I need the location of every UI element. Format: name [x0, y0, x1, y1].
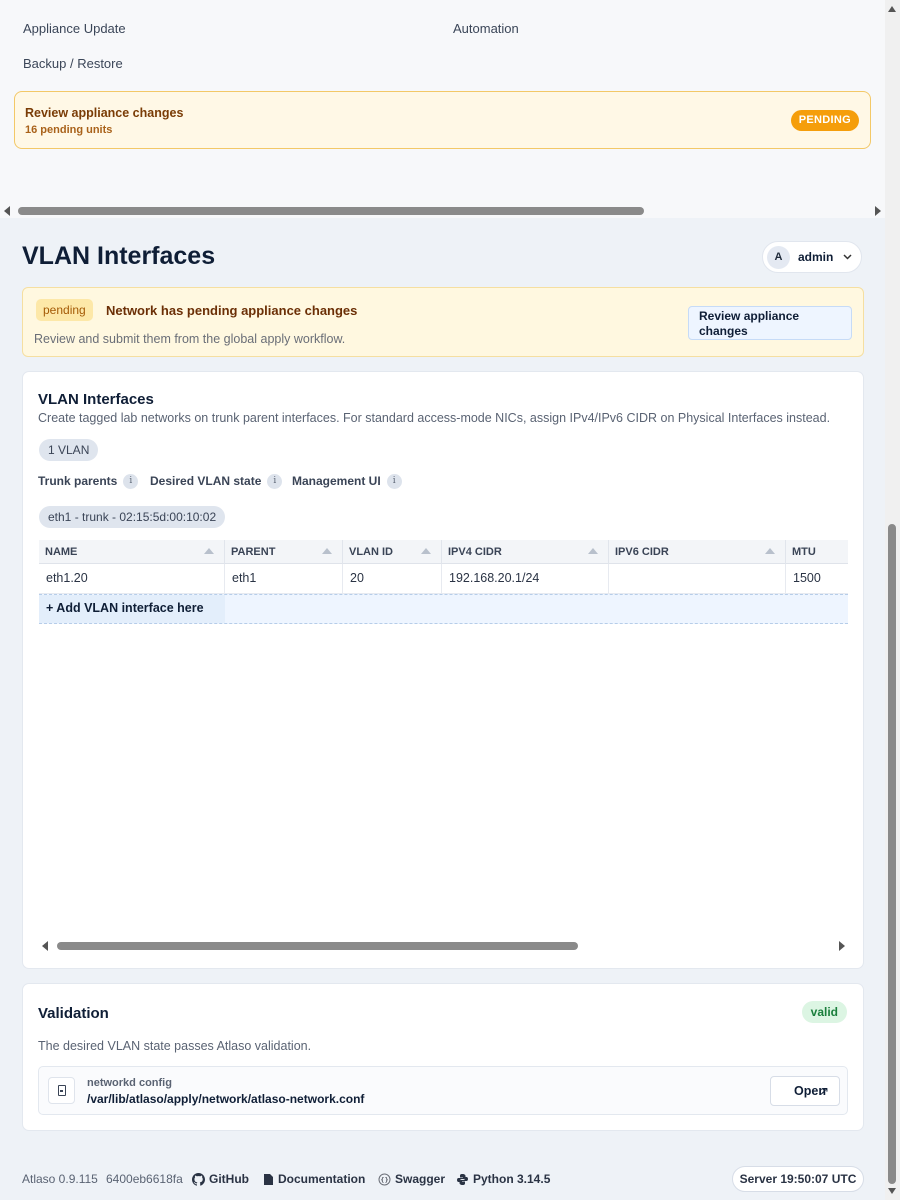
avatar: A: [767, 246, 790, 269]
table-header: NAME PARENT VLAN ID IPV4 CIDR IPV6 CIDR …: [39, 540, 848, 564]
table-row[interactable]: eth1.20 eth1 20 192.168.20.1/24 1500: [39, 564, 848, 594]
sort-icon[interactable]: [588, 548, 598, 554]
column-label: MTU: [792, 546, 816, 558]
server-time-badge: Server 19:50:07 UTC: [732, 1166, 864, 1192]
column-label: VLAN ID: [349, 546, 393, 558]
github-icon: [192, 1173, 205, 1187]
swagger-link[interactable]: {} Swagger: [378, 1172, 445, 1186]
info-desired-vlan-state: Desired VLAN state i: [150, 474, 283, 490]
column-label: IPV4 CIDR: [448, 546, 502, 558]
scrollbar-thumb[interactable]: [57, 942, 578, 950]
nav-backup-restore[interactable]: Backup / Restore: [23, 56, 123, 71]
document-icon: [264, 1174, 273, 1186]
nav-automation[interactable]: Automation: [453, 21, 519, 36]
svg-text:{}: {}: [380, 1177, 389, 1184]
info-label: Desired VLAN state: [150, 474, 262, 488]
info-icon[interactable]: i: [123, 474, 139, 490]
card-title: VLAN Interfaces: [38, 391, 154, 408]
scroll-left-icon[interactable]: [42, 941, 48, 951]
sort-icon[interactable]: [204, 548, 214, 554]
page-vertical-scrollbar[interactable]: [885, 0, 900, 1200]
column-label: IPV6 CIDR: [615, 546, 669, 558]
info-label: Management UI: [292, 474, 381, 488]
column-header-parent[interactable]: PARENT: [225, 540, 343, 564]
app-version: Atlaso 0.9.115: [22, 1172, 98, 1186]
page-title: VLAN Interfaces: [22, 242, 216, 270]
external-link-icon: ↗: [818, 1084, 829, 1098]
scroll-left-icon[interactable]: [4, 206, 10, 216]
column-label: PARENT: [231, 546, 276, 558]
nav-horizontal-scrollbar[interactable]: [4, 205, 881, 217]
column-header-vlan-id[interactable]: VLAN ID: [343, 540, 442, 564]
vlan-count-badge: 1 VLAN: [39, 439, 99, 461]
cell-name[interactable]: eth1.20: [39, 564, 225, 594]
file-icon: [48, 1077, 75, 1104]
card-description: Create tagged lab networks on trunk pare…: [38, 411, 831, 425]
validation-title: Validation: [38, 1005, 109, 1022]
cell-parent[interactable]: eth1: [225, 564, 343, 594]
commit-hash: 6400eb6618fa: [106, 1172, 183, 1186]
chevron-down-icon: [843, 254, 852, 260]
file-label: networkd config: [87, 1077, 172, 1089]
info-icon[interactable]: i: [386, 474, 402, 490]
add-vlan-interface-button[interactable]: + Add VLAN interface here: [39, 595, 225, 623]
cell-ipv6-cidr[interactable]: [609, 564, 786, 594]
network-pending-headline: Network has pending appliance changes: [106, 303, 358, 318]
scroll-down-icon[interactable]: [888, 1188, 896, 1194]
github-link[interactable]: GitHub: [192, 1172, 249, 1187]
network-pending-banner: pending Network has pending appliance ch…: [22, 287, 864, 357]
vlan-table: NAME PARENT VLAN ID IPV4 CIDR IPV6 CIDR …: [39, 540, 848, 624]
sort-icon[interactable]: [322, 548, 332, 554]
review-changes-title: Review appliance changes: [25, 106, 184, 120]
documentation-link[interactable]: Documentation: [263, 1172, 365, 1186]
info-management-ui: Management UI i: [292, 474, 402, 490]
table-horizontal-scrollbar[interactable]: [42, 940, 845, 952]
column-label: NAME: [45, 546, 78, 558]
top-nav-panel: Appliance Update Automation Backup / Res…: [0, 0, 885, 218]
python-label: Python 3.14.5: [473, 1172, 551, 1186]
validation-description: The desired VLAN state passes Atlaso val…: [38, 1039, 312, 1053]
pending-chip: pending: [36, 299, 93, 321]
add-vlan-row[interactable]: + Add VLAN interface here: [39, 594, 848, 624]
scroll-right-icon[interactable]: [875, 206, 881, 216]
scroll-up-icon[interactable]: [888, 6, 896, 12]
footer: Atlaso 0.9.115 6400eb6618fa GitHub Docum…: [22, 1166, 864, 1192]
scroll-right-icon[interactable]: [839, 941, 845, 951]
info-trunk-parents: Trunk parents i: [38, 474, 139, 490]
cell-mtu[interactable]: 1500: [786, 564, 848, 594]
nav-appliance-update[interactable]: Appliance Update: [23, 21, 126, 36]
sort-icon[interactable]: [421, 548, 431, 554]
python-version: Python 3.14.5: [456, 1172, 550, 1186]
config-file-row: networkd config /var/lib/atlaso/apply/ne…: [38, 1066, 848, 1115]
review-changes-banner[interactable]: Review appliance changes 16 pending unit…: [14, 91, 871, 149]
user-menu[interactable]: A admin: [762, 241, 862, 273]
column-header-ipv4-cidr[interactable]: IPV4 CIDR: [442, 540, 609, 564]
pending-units-count: 16 pending units: [25, 124, 113, 136]
swagger-icon: {}: [378, 1173, 391, 1186]
vlan-interfaces-card: VLAN Interfaces Create tagged lab networ…: [22, 371, 864, 969]
review-appliance-changes-button[interactable]: Review appliance changes: [688, 306, 852, 340]
info-label: Trunk parents: [38, 474, 118, 488]
cell-vlan-id[interactable]: 20: [343, 564, 442, 594]
python-icon: [457, 1174, 468, 1186]
pending-badge: PENDING: [790, 110, 859, 131]
sort-icon[interactable]: [765, 548, 775, 554]
swagger-label: Swagger: [395, 1172, 446, 1186]
validation-status-badge: valid: [801, 1001, 847, 1023]
network-pending-subtext: Review and submit them from the global a…: [34, 332, 346, 346]
scrollbar-thumb[interactable]: [888, 524, 896, 1184]
github-label: GitHub: [209, 1172, 249, 1186]
open-file-button[interactable]: Open ↗: [770, 1076, 840, 1106]
trunk-parent-chip[interactable]: eth1 - trunk - 02:15:5d:00:10:02: [39, 506, 226, 528]
column-header-mtu[interactable]: MTU: [786, 540, 848, 564]
column-header-name[interactable]: NAME: [39, 540, 225, 564]
column-header-ipv6-cidr[interactable]: IPV6 CIDR: [609, 540, 786, 564]
cell-ipv4-cidr[interactable]: 192.168.20.1/24: [442, 564, 609, 594]
user-name: admin: [798, 250, 834, 264]
scrollbar-thumb[interactable]: [18, 207, 644, 215]
validation-card: Validation valid The desired VLAN state …: [22, 983, 864, 1131]
file-path: /var/lib/atlaso/apply/network/atlaso-net…: [87, 1092, 365, 1106]
documentation-label: Documentation: [278, 1172, 366, 1186]
info-icon[interactable]: i: [267, 474, 283, 490]
